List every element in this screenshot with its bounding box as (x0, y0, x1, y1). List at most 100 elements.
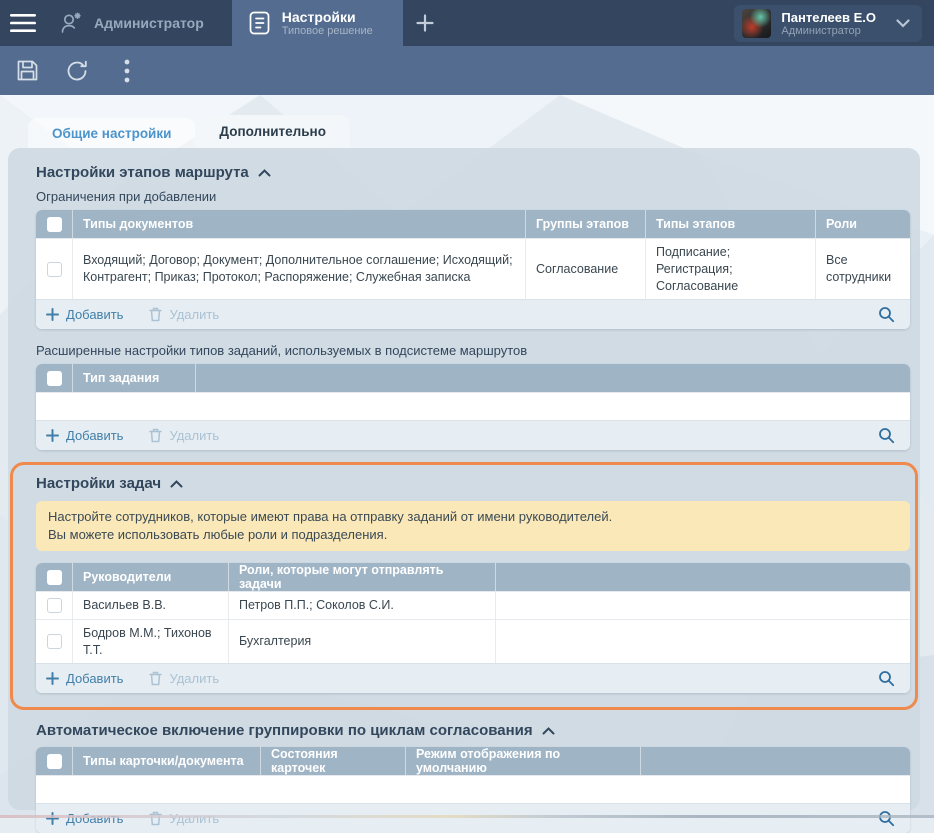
app-top-bar: Администратор Настройки Типовое решение … (0, 0, 934, 46)
delete-button[interactable]: Удалить (149, 671, 219, 686)
add-button[interactable]: Добавить (46, 428, 123, 443)
settings-panel: Настройки этапов маршрута Ограничения пр… (8, 148, 920, 810)
table-header-row: Руководители Роли, которые могут отправл… (36, 563, 910, 591)
select-all-checkbox[interactable] (47, 754, 62, 769)
table-header-row: Тип задания (36, 364, 910, 392)
row-checkbox[interactable] (47, 634, 62, 649)
table-header-row: Типы карточки/документа Состояния карточ… (36, 747, 910, 775)
add-button[interactable]: Добавить (46, 671, 123, 686)
save-icon[interactable] (6, 51, 48, 91)
collapse-chevron-icon[interactable] (542, 727, 555, 735)
user-menu[interactable]: Пантелеев Е.О Администратор (734, 5, 922, 42)
cell-managers: Бодров М.М.; Тихонов Т.Т. (72, 620, 228, 664)
tab-administrator[interactable]: Администратор (46, 0, 232, 46)
table-footer: Добавить Удалить (36, 663, 910, 693)
delete-button-label: Удалить (169, 671, 219, 686)
document-icon (248, 10, 271, 36)
delete-button[interactable]: Удалить (149, 428, 219, 443)
table-header-row: Типы документов Группы этапов Типы этапо… (36, 210, 910, 238)
delete-button-label: Удалить (169, 307, 219, 322)
person-star-icon (58, 11, 83, 36)
cell-document-types: Входящий; Договор; Документ; Дополнитель… (72, 239, 525, 299)
info-banner: Настройте сотрудников, которые имеют пра… (36, 501, 910, 551)
user-role: Администратор (781, 25, 876, 38)
cell-stage-groups: Согласование (525, 239, 645, 299)
tab-settings-active[interactable]: Настройки Типовое решение (232, 0, 403, 46)
table-footer: Добавить Удалить (36, 803, 910, 833)
section-grouping-title: Автоматическое включение группировки по … (36, 722, 533, 739)
column-header[interactable]: Режим отображения по умолчанию (405, 747, 640, 775)
more-options-kebab-icon[interactable] (106, 51, 148, 91)
info-line-2: Вы можете использовать любые роли и подр… (48, 526, 898, 544)
tab-general-settings[interactable]: Общие настройки (28, 118, 195, 148)
table-footer: Добавить Удалить (36, 299, 910, 329)
section-tasks-header[interactable]: Настройки задач (36, 475, 910, 492)
table-row[interactable]: Входящий; Договор; Документ; Дополнитель… (36, 238, 910, 299)
grouping-table: Типы карточки/документа Состояния карточ… (36, 747, 910, 833)
delete-button[interactable]: Удалить (149, 811, 219, 826)
table-row[interactable]: Васильев В.В. Петров П.П.; Соколов С.И. (36, 591, 910, 619)
column-header[interactable]: Типы документов (72, 210, 525, 238)
search-icon[interactable] (874, 807, 898, 831)
cell-roles: Все сотрудники (815, 239, 910, 299)
column-header[interactable]: Руководители (72, 563, 228, 591)
select-all-checkbox[interactable] (47, 217, 62, 232)
main-content: Общие настройки Дополнительно Настройки … (0, 95, 934, 818)
delete-button-label: Удалить (169, 811, 219, 826)
cell-roles: Бухгалтерия (228, 620, 495, 664)
column-header[interactable]: Типы карточки/документа (72, 747, 260, 775)
search-icon[interactable] (874, 303, 898, 327)
empty-table-row (36, 775, 910, 803)
section-grouping-header[interactable]: Автоматическое включение группировки по … (36, 722, 910, 739)
collapse-chevron-icon[interactable] (170, 480, 183, 488)
add-button-label: Добавить (66, 811, 123, 826)
select-all-checkbox[interactable] (47, 570, 62, 585)
add-button-label: Добавить (66, 307, 123, 322)
search-icon[interactable] (874, 424, 898, 448)
cell-managers: Васильев В.В. (72, 592, 228, 619)
task-types-table: Тип задания Добавить Удалить (36, 364, 910, 450)
tab-settings-subtitle: Типовое решение (282, 25, 373, 38)
route-limits-table: Типы документов Группы этапов Типы этапо… (36, 210, 910, 329)
add-button[interactable]: Добавить (46, 811, 123, 826)
row-checkbox[interactable] (47, 598, 62, 613)
section-tasks-title: Настройки задач (36, 475, 161, 492)
task-managers-table: Руководители Роли, которые могут отправл… (36, 563, 910, 693)
collapse-chevron-icon[interactable] (258, 169, 271, 177)
column-header[interactable]: Состояния карточек (260, 747, 405, 775)
select-all-checkbox[interactable] (47, 371, 62, 386)
add-button-label: Добавить (66, 671, 123, 686)
column-header[interactable]: Тип задания (72, 364, 195, 392)
limits-label: Ограничения при добавлении (36, 189, 910, 204)
tab-settings-title: Настройки (282, 9, 373, 25)
search-icon[interactable] (874, 667, 898, 691)
user-name: Пантелеев Е.О (781, 10, 876, 25)
new-tab-button[interactable] (403, 0, 447, 46)
row-checkbox[interactable] (47, 262, 62, 277)
tasks-section-highlight: Настройки задач Настройте сотрудников, к… (10, 462, 918, 710)
settings-tabs: Общие настройки Дополнительно (28, 115, 350, 148)
advanced-label: Расширенные настройки типов заданий, исп… (36, 343, 910, 358)
add-button[interactable]: Добавить (46, 307, 123, 322)
info-line-1: Настройте сотрудников, которые имеют пра… (48, 508, 898, 526)
cell-stage-types: Подписание; Регистрация; Согласование (645, 239, 815, 299)
tab-additional-label: Дополнительно (219, 124, 326, 139)
section-route-stages-title: Настройки этапов маршрута (36, 164, 249, 181)
delete-button[interactable]: Удалить (149, 307, 219, 322)
toolbar (0, 46, 934, 95)
refresh-icon[interactable] (56, 51, 98, 91)
column-header[interactable]: Группы этапов (525, 210, 645, 238)
delete-button-label: Удалить (169, 428, 219, 443)
section-route-stages-header[interactable]: Настройки этапов маршрута (36, 164, 910, 181)
column-header[interactable]: Роли (815, 210, 910, 238)
tab-administrator-label: Администратор (94, 15, 204, 31)
column-header[interactable]: Роли, которые могут отправлять задачи (228, 563, 495, 591)
table-row[interactable]: Бодров М.М.; Тихонов Т.Т. Бухгалтерия (36, 619, 910, 664)
table-footer: Добавить Удалить (36, 420, 910, 450)
chevron-down-icon (896, 19, 910, 28)
hamburger-menu-icon[interactable] (0, 0, 46, 46)
cell-roles: Петров П.П.; Соколов С.И. (228, 592, 495, 619)
column-header[interactable]: Типы этапов (645, 210, 815, 238)
tab-additional[interactable]: Дополнительно (195, 115, 350, 148)
empty-table-row (36, 392, 910, 420)
